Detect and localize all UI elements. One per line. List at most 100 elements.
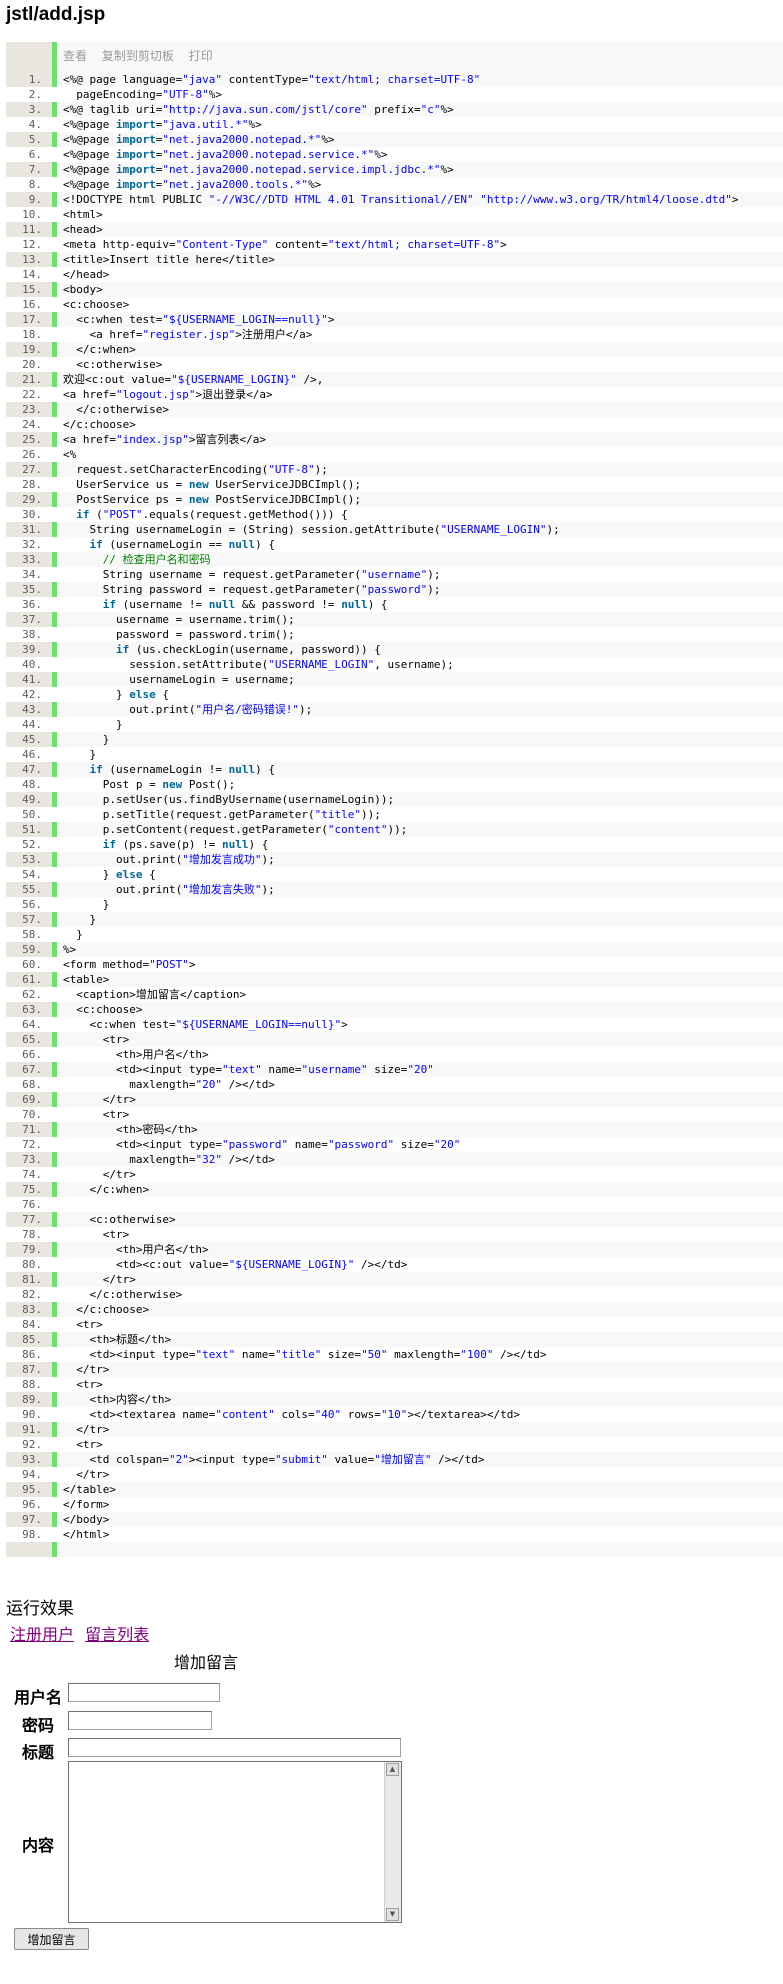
code-line: 71. <th>密码</th>: [6, 1122, 783, 1137]
code-line: 29. PostService ps = new PostServiceJDBC…: [6, 492, 783, 507]
copy-to-clipboard-link[interactable]: 复制到剪切板: [102, 49, 174, 63]
view-source-link[interactable]: 查看: [63, 49, 87, 63]
line-number: 53.: [22, 853, 42, 866]
code-line: 81. </tr>: [6, 1272, 783, 1287]
code-line: 25. <a href="index.jsp">留言列表</a>: [6, 432, 783, 447]
line-code: </head>: [63, 268, 110, 281]
code-line: 98. </html>: [6, 1527, 783, 1542]
line-code: out.print("增加发言成功");: [63, 853, 275, 866]
code-block: 查看 复制到剪切板 打印 1. <%@ page language="java" …: [6, 42, 783, 1557]
line-number: 37.: [22, 613, 42, 626]
line-code: out.print("用户名/密码错误!");: [63, 703, 313, 716]
line-code: <td><input type="password" name="passwor…: [63, 1138, 461, 1151]
username-input[interactable]: [68, 1683, 220, 1702]
line-code: </c:choose>: [63, 418, 136, 431]
line-code: <th>标题</th>: [63, 1333, 172, 1346]
code-line: 10. <html>: [6, 207, 783, 222]
textarea-scrollbar[interactable]: ▲ ▼: [384, 1762, 401, 1922]
line-code: PostService ps = new PostServiceJDBCImpl…: [63, 493, 362, 506]
line-number: 92.: [22, 1438, 42, 1451]
code-line: 27. request.setCharacterEncoding("UTF-8"…: [6, 462, 783, 477]
line-number: 56.: [22, 898, 42, 911]
line-number: 77.: [22, 1213, 42, 1226]
line-number: 83.: [22, 1303, 42, 1316]
line-code: out.print("增加发言失败");: [63, 883, 275, 896]
content-label: 内容: [21, 1836, 54, 1855]
result-heading: 运行效果: [6, 1599, 74, 1619]
title-input[interactable]: [68, 1738, 401, 1757]
line-number: 1.: [28, 73, 42, 86]
code-line: 28. UserService us = new UserServiceJDBC…: [6, 477, 783, 492]
print-link[interactable]: 打印: [189, 49, 213, 63]
scroll-down-arrow-icon[interactable]: ▼: [386, 1908, 399, 1921]
line-code: }: [63, 913, 97, 926]
line-number: 63.: [22, 1003, 42, 1016]
line-code: <th>用户名</th>: [63, 1048, 209, 1061]
code-line: 35. String password = request.getParamet…: [6, 582, 783, 597]
code-line: 94. </tr>: [6, 1467, 783, 1482]
line-number: 85.: [22, 1333, 42, 1346]
line-code: <th>用户名</th>: [63, 1243, 209, 1256]
code-line: 30. if ("POST".equals(request.getMethod(…: [6, 507, 783, 522]
scroll-up-arrow-icon[interactable]: ▲: [386, 1763, 399, 1776]
code-line: 74. </tr>: [6, 1167, 783, 1182]
code-line: 1. <%@ page language="java" contentType="…: [6, 72, 783, 87]
line-code: </c:choose>: [63, 1303, 150, 1316]
line-code: }: [63, 748, 97, 761]
code-line: 62. <caption>增加留言</caption>: [6, 987, 783, 1002]
line-number: 84.: [22, 1318, 42, 1331]
code-line: 54. } else {: [6, 867, 783, 882]
line-code: <th>内容</th>: [63, 1393, 172, 1406]
code-line: 87. </tr>: [6, 1362, 783, 1377]
line-code: <c:otherwise>: [63, 1213, 176, 1226]
line-number: 66.: [22, 1048, 42, 1061]
username-label: 用户名: [13, 1688, 62, 1707]
line-code: <%: [63, 448, 77, 461]
password-input[interactable]: [68, 1711, 212, 1730]
line-number: 64.: [22, 1018, 42, 1031]
content-textarea[interactable]: ▲ ▼: [68, 1761, 402, 1923]
code-line: 95. </table>: [6, 1482, 783, 1497]
line-code: <th>密码</th>: [63, 1123, 198, 1136]
code-line: 73. maxlength="32" /></td>: [6, 1152, 783, 1167]
code-line: 17. <c:when test="${USERNAME_LOGIN==null…: [6, 312, 783, 327]
line-code: username = username.trim();: [63, 613, 295, 626]
line-number: 35.: [22, 583, 42, 596]
code-line: 3. <%@ taglib uri="http://java.sun.com/js…: [6, 102, 783, 117]
code-line: 8. <%@page import="net.java2000.tools.*"%…: [6, 177, 783, 192]
line-code: <td><input type="text" name="username" s…: [63, 1063, 434, 1076]
line-number: 14.: [22, 268, 42, 281]
code-line: 57. }: [6, 912, 783, 927]
code-line: 82. </c:otherwise>: [6, 1287, 783, 1302]
line-number: 80.: [22, 1258, 42, 1271]
code-line: 58. }: [6, 927, 783, 942]
line-number: 8.: [28, 178, 42, 191]
line-number: 36.: [22, 598, 42, 611]
register-link[interactable]: 注册用户: [10, 1625, 74, 1644]
line-code: <tr>: [63, 1378, 103, 1391]
code-line: 4. <%@page import="java.util.*"%>: [6, 117, 783, 132]
code-line: 5. <%@page import="net.java2000.notepad.*…: [6, 132, 783, 147]
line-number: 74.: [22, 1168, 42, 1181]
line-code: </c:otherwise>: [63, 1288, 183, 1301]
code-toolbar: 查看 复制到剪切板 打印: [63, 47, 224, 65]
line-code: }: [63, 733, 110, 746]
line-number: 44.: [22, 718, 42, 731]
line-code: <a href="logout.jsp">退出登录</a>: [63, 388, 273, 401]
line-number: 79.: [22, 1243, 42, 1256]
line-code: <%@page import="net.java2000.notepad.ser…: [63, 148, 388, 161]
line-number: 69.: [22, 1093, 42, 1106]
line-number: 34.: [22, 568, 42, 581]
code-line: 23. </c:otherwise>: [6, 402, 783, 417]
code-line: 60. <form method="POST">: [6, 957, 783, 972]
code-line: 97. </body>: [6, 1512, 783, 1527]
code-line: 53. out.print("增加发言成功");: [6, 852, 783, 867]
code-line: 19. </c:when>: [6, 342, 783, 357]
line-code: if (username != null && password != null…: [102, 598, 388, 611]
code-line: 31. String usernameLogin = (String) sess…: [6, 522, 783, 537]
submit-button[interactable]: 增加留言: [14, 1928, 89, 1950]
line-code: }: [63, 928, 83, 941]
code-line: 33. // 检查用户名和密码: [6, 552, 783, 567]
post-list-link[interactable]: 留言列表: [85, 1625, 149, 1644]
line-code: <td><textarea name="content" cols="40" r…: [63, 1408, 521, 1421]
